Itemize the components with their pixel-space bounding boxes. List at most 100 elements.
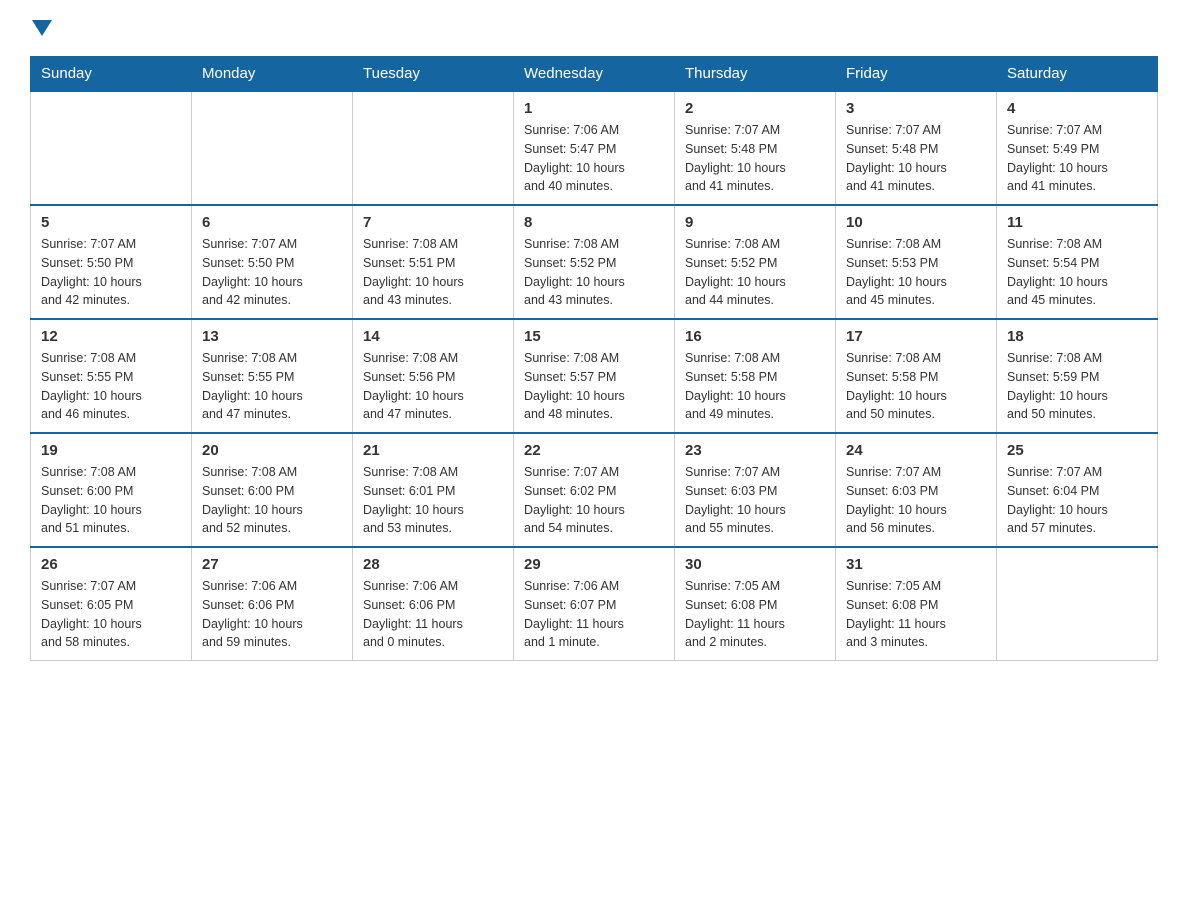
calendar-cell: 22 Sunrise: 7:07 AM Sunset: 6:02 PM Dayli… [514, 433, 675, 547]
day-number: 10 [846, 214, 986, 231]
day-info: Sunrise: 7:06 AM Sunset: 6:06 PM Dayligh… [202, 577, 342, 652]
calendar-cell: 11Sunrise: 7:08 AM Sunset: 5:54 PM Dayli… [997, 205, 1158, 319]
calendar-cell: 1 Sunrise: 7:06 AM Sunset: 5:47 PM Daylig… [514, 91, 675, 205]
day-info: Sunrise: 7:08 AM Sunset: 5:55 PM Dayligh… [202, 349, 342, 424]
weekday-header-wednesday: Wednesday [514, 57, 675, 92]
day-info: Sunrise: 7:06 AM Sunset: 5:47 PM Dayligh… [524, 121, 664, 196]
day-info: Sunrise: 7:06 AM Sunset: 6:07 PM Dayligh… [524, 577, 664, 652]
calendar-cell: 20Sunrise: 7:08 AM Sunset: 6:00 PM Dayli… [192, 433, 353, 547]
day-info: Sunrise: 7:08 AM Sunset: 5:51 PM Dayligh… [363, 235, 503, 310]
week-row-4: 19 Sunrise: 7:08 AM Sunset: 6:00 PM Dayli… [31, 433, 1158, 547]
calendar-cell: 16 Sunrise: 7:08 AM Sunset: 5:58 PM Dayli… [675, 319, 836, 433]
day-number: 13 [202, 328, 342, 345]
calendar-cell: 17Sunrise: 7:08 AM Sunset: 5:58 PM Dayli… [836, 319, 997, 433]
logo-triangle-icon [32, 20, 52, 36]
day-number: 2 [685, 100, 825, 117]
day-info: Sunrise: 7:08 AM Sunset: 5:56 PM Dayligh… [363, 349, 503, 424]
calendar-cell: 6 Sunrise: 7:07 AM Sunset: 5:50 PM Daylig… [192, 205, 353, 319]
day-number: 5 [41, 214, 181, 231]
day-info: Sunrise: 7:08 AM Sunset: 5:52 PM Dayligh… [524, 235, 664, 310]
day-info: Sunrise: 7:07 AM Sunset: 6:03 PM Dayligh… [685, 463, 825, 538]
day-number: 4 [1007, 100, 1147, 117]
day-number: 11 [1007, 214, 1147, 231]
weekday-header-monday: Monday [192, 57, 353, 92]
calendar-cell: 10 Sunrise: 7:08 AM Sunset: 5:53 PM Dayli… [836, 205, 997, 319]
calendar-cell [192, 91, 353, 205]
day-number: 17 [846, 328, 986, 345]
calendar-cell: 29 Sunrise: 7:06 AM Sunset: 6:07 PM Dayli… [514, 547, 675, 661]
calendar-cell: 8 Sunrise: 7:08 AM Sunset: 5:52 PM Daylig… [514, 205, 675, 319]
day-number: 18 [1007, 328, 1147, 345]
day-number: 9 [685, 214, 825, 231]
day-number: 6 [202, 214, 342, 231]
day-number: 30 [685, 556, 825, 573]
day-info: Sunrise: 7:07 AM Sunset: 6:05 PM Dayligh… [41, 577, 181, 652]
day-info: Sunrise: 7:07 AM Sunset: 5:50 PM Dayligh… [202, 235, 342, 310]
day-info: Sunrise: 7:08 AM Sunset: 5:52 PM Dayligh… [685, 235, 825, 310]
day-number: 14 [363, 328, 503, 345]
day-info: Sunrise: 7:08 AM Sunset: 5:53 PM Dayligh… [846, 235, 986, 310]
calendar-cell: 26Sunrise: 7:07 AM Sunset: 6:05 PM Dayli… [31, 547, 192, 661]
day-info: Sunrise: 7:07 AM Sunset: 5:49 PM Dayligh… [1007, 121, 1147, 196]
calendar-table: SundayMondayTuesdayWednesdayThursdayFrid… [30, 56, 1158, 661]
day-number: 31 [846, 556, 986, 573]
day-info: Sunrise: 7:07 AM Sunset: 6:03 PM Dayligh… [846, 463, 986, 538]
day-number: 27 [202, 556, 342, 573]
calendar-cell: 13 Sunrise: 7:08 AM Sunset: 5:55 PM Dayli… [192, 319, 353, 433]
calendar-cell: 25 Sunrise: 7:07 AM Sunset: 6:04 PM Dayli… [997, 433, 1158, 547]
calendar-cell: 14 Sunrise: 7:08 AM Sunset: 5:56 PM Dayli… [353, 319, 514, 433]
day-info: Sunrise: 7:05 AM Sunset: 6:08 PM Dayligh… [685, 577, 825, 652]
day-number: 1 [524, 100, 664, 117]
weekday-header-sunday: Sunday [31, 57, 192, 92]
day-number: 15 [524, 328, 664, 345]
day-info: Sunrise: 7:07 AM Sunset: 5:50 PM Dayligh… [41, 235, 181, 310]
page-header [30, 20, 1158, 36]
calendar-cell: 27 Sunrise: 7:06 AM Sunset: 6:06 PM Dayli… [192, 547, 353, 661]
weekday-header-thursday: Thursday [675, 57, 836, 92]
day-info: Sunrise: 7:07 AM Sunset: 6:04 PM Dayligh… [1007, 463, 1147, 538]
day-number: 22 [524, 442, 664, 459]
calendar-cell: 5 Sunrise: 7:07 AM Sunset: 5:50 PM Daylig… [31, 205, 192, 319]
week-row-5: 26Sunrise: 7:07 AM Sunset: 6:05 PM Dayli… [31, 547, 1158, 661]
day-number: 25 [1007, 442, 1147, 459]
day-info: Sunrise: 7:07 AM Sunset: 6:02 PM Dayligh… [524, 463, 664, 538]
day-info: Sunrise: 7:06 AM Sunset: 6:06 PM Dayligh… [363, 577, 503, 652]
day-number: 19 [41, 442, 181, 459]
day-info: Sunrise: 7:08 AM Sunset: 5:55 PM Dayligh… [41, 349, 181, 424]
day-info: Sunrise: 7:08 AM Sunset: 6:01 PM Dayligh… [363, 463, 503, 538]
day-info: Sunrise: 7:08 AM Sunset: 5:59 PM Dayligh… [1007, 349, 1147, 424]
day-number: 23 [685, 442, 825, 459]
day-info: Sunrise: 7:07 AM Sunset: 5:48 PM Dayligh… [685, 121, 825, 196]
day-number: 20 [202, 442, 342, 459]
calendar-cell [31, 91, 192, 205]
day-info: Sunrise: 7:08 AM Sunset: 6:00 PM Dayligh… [41, 463, 181, 538]
day-number: 28 [363, 556, 503, 573]
day-info: Sunrise: 7:08 AM Sunset: 5:57 PM Dayligh… [524, 349, 664, 424]
calendar-cell: 21 Sunrise: 7:08 AM Sunset: 6:01 PM Dayli… [353, 433, 514, 547]
weekday-header-tuesday: Tuesday [353, 57, 514, 92]
calendar-cell: 12 Sunrise: 7:08 AM Sunset: 5:55 PM Dayli… [31, 319, 192, 433]
calendar-cell [997, 547, 1158, 661]
day-number: 3 [846, 100, 986, 117]
day-number: 29 [524, 556, 664, 573]
day-info: Sunrise: 7:05 AM Sunset: 6:08 PM Dayligh… [846, 577, 986, 652]
logo [30, 20, 54, 36]
calendar-cell: 9 Sunrise: 7:08 AM Sunset: 5:52 PM Daylig… [675, 205, 836, 319]
calendar-cell: 23 Sunrise: 7:07 AM Sunset: 6:03 PM Dayli… [675, 433, 836, 547]
day-number: 8 [524, 214, 664, 231]
day-number: 12 [41, 328, 181, 345]
day-number: 7 [363, 214, 503, 231]
calendar-cell: 15 Sunrise: 7:08 AM Sunset: 5:57 PM Dayli… [514, 319, 675, 433]
calendar-cell: 31 Sunrise: 7:05 AM Sunset: 6:08 PM Dayli… [836, 547, 997, 661]
calendar-cell [353, 91, 514, 205]
day-info: Sunrise: 7:08 AM Sunset: 5:58 PM Dayligh… [685, 349, 825, 424]
calendar-cell: 3Sunrise: 7:07 AM Sunset: 5:48 PM Daylig… [836, 91, 997, 205]
week-row-1: 1 Sunrise: 7:06 AM Sunset: 5:47 PM Daylig… [31, 91, 1158, 205]
calendar-cell: 24Sunrise: 7:07 AM Sunset: 6:03 PM Dayli… [836, 433, 997, 547]
weekday-header-saturday: Saturday [997, 57, 1158, 92]
week-row-3: 12 Sunrise: 7:08 AM Sunset: 5:55 PM Dayli… [31, 319, 1158, 433]
day-number: 21 [363, 442, 503, 459]
calendar-cell: 28 Sunrise: 7:06 AM Sunset: 6:06 PM Dayli… [353, 547, 514, 661]
calendar-cell: 30 Sunrise: 7:05 AM Sunset: 6:08 PM Dayli… [675, 547, 836, 661]
day-number: 16 [685, 328, 825, 345]
